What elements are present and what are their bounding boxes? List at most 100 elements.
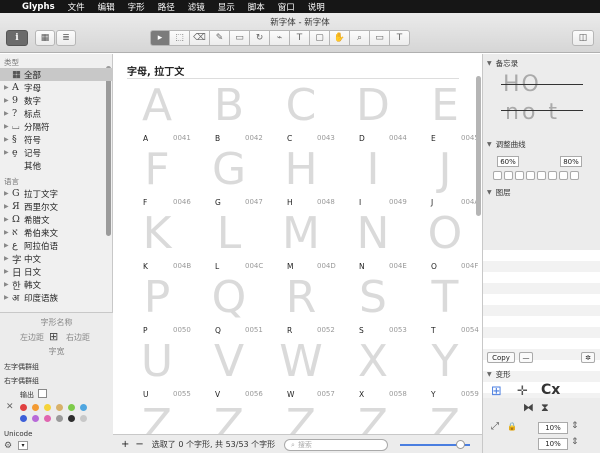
layers-section-header[interactable]: ▼ 图层 <box>483 186 600 198</box>
glyph-cell[interactable]: H H 0048 <box>265 144 337 210</box>
menu-edit[interactable]: 编辑 <box>98 1 115 13</box>
adjust-min-field[interactable]: 60% <box>497 156 519 167</box>
menu-app[interactable]: Glyphs <box>22 2 55 12</box>
adjust-section-header[interactable]: ▼ 调整曲线 <box>483 138 600 150</box>
color-swatch-gray[interactable] <box>56 415 63 422</box>
category-separators[interactable]: ▶ ⌴ 分隔符 <box>0 120 112 133</box>
measure-tool-icon[interactable]: ▭ <box>370 30 390 46</box>
glyph-cell[interactable]: U U 0055 <box>121 336 193 402</box>
scale-field-1[interactable]: 10% <box>538 422 568 434</box>
menu-glyph[interactable]: 字形 <box>128 1 145 13</box>
glyph-cell[interactable]: W W 0057 <box>265 336 337 402</box>
disclosure-triangle-icon[interactable]: ▶ <box>4 123 12 130</box>
disclosure-triangle-icon[interactable]: ▶ <box>4 97 12 104</box>
curve-button[interactable] <box>515 171 524 180</box>
language-hebrew[interactable]: ▶ א 希伯来文 <box>0 226 112 239</box>
curve-button[interactable] <box>504 171 513 180</box>
knife-tool-icon[interactable]: ⌁ <box>270 30 290 46</box>
glyph-cell[interactable]: P P 0050 <box>121 272 193 338</box>
zoom-slider-knob[interactable] <box>455 440 465 449</box>
menu-window[interactable]: 窗口 <box>278 1 295 13</box>
align-nodes-icon[interactable]: ⊞ <box>491 384 502 399</box>
grid-view-button[interactable]: ▦ <box>35 30 55 46</box>
menu-path[interactable]: 路径 <box>158 1 175 13</box>
width-field[interactable]: 字宽 <box>0 346 113 357</box>
disclosure-triangle-icon[interactable]: ▶ <box>4 216 12 223</box>
disclosure-triangle-icon[interactable]: ▼ <box>487 189 492 196</box>
color-swatch-lightblue[interactable] <box>80 404 87 411</box>
glyph-name-field[interactable]: 字形名称 <box>0 317 113 328</box>
disclosure-triangle-icon[interactable]: ▼ <box>487 60 492 67</box>
glyph-cell[interactable]: Q Q 0051 <box>193 272 265 338</box>
glyph-cell[interactable]: J J 004A <box>409 144 479 210</box>
language-arabic[interactable]: ▶ ع 阿拉伯语 <box>0 239 112 252</box>
disclosure-triangle-icon[interactable]: ▶ <box>4 268 12 275</box>
draw-tool-icon[interactable]: ⬚ <box>170 30 190 46</box>
dropdown-icon[interactable]: ▾ <box>18 441 28 450</box>
disclosure-triangle-icon[interactable]: ▼ <box>487 371 492 378</box>
glyph-cell[interactable]: N N 004E <box>337 208 409 274</box>
glyph-cell[interactable]: C C 0043 <box>265 80 337 146</box>
transform-cx-icon[interactable]: Cx <box>541 382 560 398</box>
color-swatch-yellow[interactable] <box>44 404 51 411</box>
transform-section-header[interactable]: ▼ 变形 <box>483 368 600 380</box>
curve-button[interactable] <box>548 171 557 180</box>
annotation-tool-icon[interactable]: ▢ <box>310 30 330 46</box>
category-symbols[interactable]: ▶ § 符号 <box>0 133 112 146</box>
disclosure-triangle-icon[interactable]: ▶ <box>4 136 12 143</box>
glyph-cell[interactable]: Z <box>409 400 479 434</box>
glyph-cell[interactable]: B B 0042 <box>193 80 265 146</box>
disclosure-triangle-icon[interactable]: ▶ <box>4 203 12 210</box>
disclosure-triangle-icon[interactable]: ▶ <box>4 229 12 236</box>
menu-view[interactable]: 显示 <box>218 1 235 13</box>
disclosure-triangle-icon[interactable]: ▶ <box>4 149 12 156</box>
menu-filter[interactable]: 滤镜 <box>188 1 205 13</box>
remove-glyph-button[interactable]: − <box>135 439 143 450</box>
disclosure-triangle-icon[interactable]: ▶ <box>4 242 12 249</box>
glyph-cell[interactable]: K K 004B <box>121 208 193 274</box>
glyph-cell[interactable]: V V 0056 <box>193 336 265 402</box>
select-tool-icon[interactable]: ▸ <box>150 30 170 46</box>
menu-file[interactable]: 文件 <box>68 1 85 13</box>
glyph-cell[interactable]: Y Y 0059 <box>409 336 479 402</box>
flip-vertical-icon[interactable]: ⧗ <box>541 401 549 415</box>
menu-script[interactable]: 脚本 <box>248 1 265 13</box>
glyph-cell[interactable]: E E 0045 <box>409 80 479 146</box>
disclosure-triangle-icon[interactable]: ▶ <box>4 84 12 91</box>
curve-button[interactable] <box>570 171 579 180</box>
disclosure-triangle-icon[interactable]: ▶ <box>4 110 12 117</box>
color-swatch-blue[interactable] <box>20 415 27 422</box>
color-swatch-black[interactable] <box>68 415 75 422</box>
text-tool-icon[interactable]: T <box>290 30 310 46</box>
sidebar-toggle-button[interactable]: ◫ <box>572 30 594 46</box>
scrollbar-thumb[interactable] <box>476 76 481 216</box>
glyph-cell[interactable]: F F 0046 <box>121 144 193 210</box>
rotate-tool-icon[interactable]: ↻ <box>250 30 270 46</box>
language-korean[interactable]: ▶ 한 韩文 <box>0 278 112 292</box>
language-chinese[interactable]: ▶ 字中文 <box>0 252 112 266</box>
glyph-cell[interactable]: X X 0058 <box>337 336 409 402</box>
glyph-cell[interactable]: G G 0047 <box>193 144 265 210</box>
color-swatch-green[interactable] <box>68 404 75 411</box>
glyph-cell[interactable]: S S 0053 <box>337 272 409 338</box>
stepper-icon[interactable]: ⇕ <box>571 437 579 447</box>
glyph-cell[interactable]: D D 0044 <box>337 80 409 146</box>
zoom-slider[interactable] <box>400 440 470 449</box>
scale-field-2[interactable]: 10% <box>538 438 568 450</box>
disclosure-triangle-icon[interactable]: ▶ <box>4 255 12 262</box>
color-swatch-red[interactable] <box>20 404 27 411</box>
category-numbers[interactable]: ▶ 9 数字 <box>0 94 112 107</box>
no-color-icon[interactable]: ✕ <box>6 402 14 412</box>
curve-button[interactable] <box>537 171 546 180</box>
info-button[interactable]: i <box>6 30 28 46</box>
color-swatch-light[interactable] <box>80 415 87 422</box>
copy-button[interactable]: Copy <box>487 352 515 363</box>
add-glyph-button[interactable]: + <box>121 439 129 450</box>
glyph-cell[interactable]: R R 0052 <box>265 272 337 338</box>
memo-section-header[interactable]: ▼ 备忘录 <box>483 57 600 69</box>
color-swatch-pink[interactable] <box>44 415 51 422</box>
right-kerning-group[interactable]: 右字偶群组 <box>4 376 39 386</box>
curve-button[interactable] <box>559 171 568 180</box>
curve-button[interactable] <box>493 171 502 180</box>
glyph-cell[interactable]: L L 004C <box>193 208 265 274</box>
